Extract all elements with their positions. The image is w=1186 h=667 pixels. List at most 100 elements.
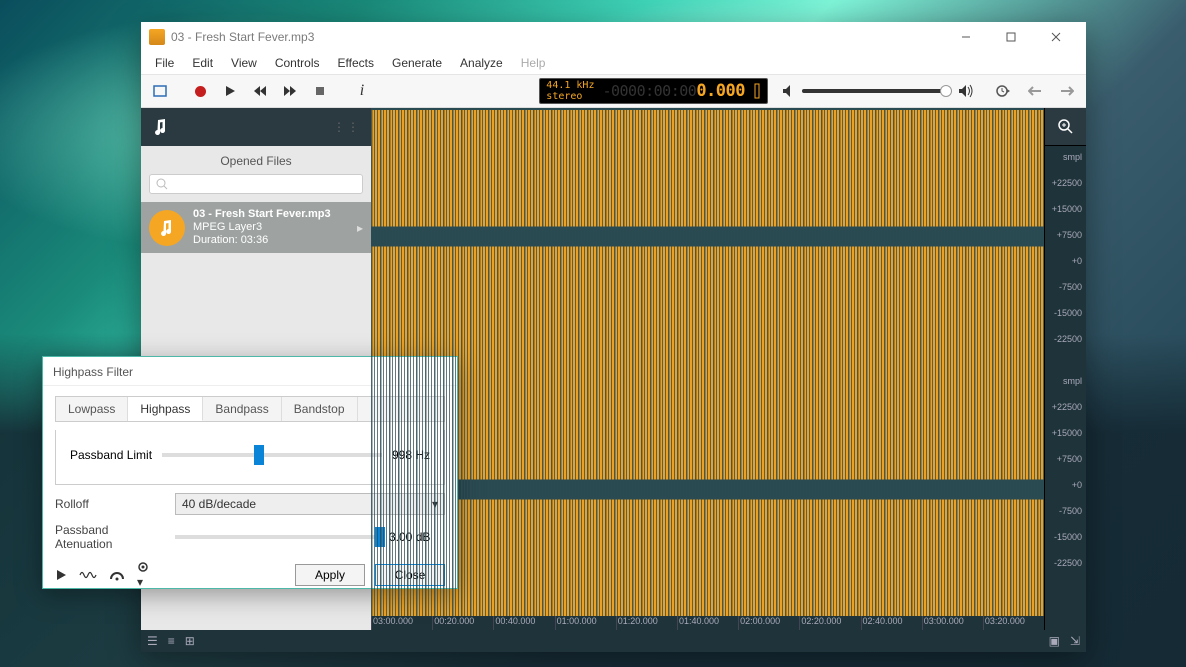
amp-tick: -22500 <box>1054 334 1082 344</box>
record-button[interactable] <box>187 78 213 104</box>
window-title: 03 - Fresh Start Fever.mp3 <box>171 30 943 44</box>
file-type-icon <box>149 210 185 246</box>
menu-view[interactable]: View <box>223 54 265 72</box>
timeline-tick: 01:20.000 <box>616 616 677 630</box>
rewind-button[interactable] <box>247 78 273 104</box>
music-note-icon <box>151 117 171 137</box>
amp-tick: +22500 <box>1052 178 1082 188</box>
tab-bandpass[interactable]: Bandpass <box>203 397 281 421</box>
file-name: 03 - Fresh Start Fever.mp3 <box>193 208 331 221</box>
time-display: 44.1 kHz stereo -0000:00:000.000 <box>539 78 768 104</box>
passband-limit-label: Passband Limit <box>70 448 152 462</box>
time-counter-highlight: 0.000 <box>696 81 745 101</box>
timeline-tick: 02:40.000 <box>861 616 922 630</box>
timeline-ruler[interactable]: 03:00.000 00:20.000 00:40.000 01:00.000 … <box>371 616 1044 630</box>
amplitude-scale: smpl +22500 +15000 +7500 +0 -7500 -15000… <box>1044 108 1086 630</box>
status-bar: ☰ ≡ ⊞ ▣ ⇲ <box>141 630 1086 652</box>
preset-button[interactable] <box>109 569 125 581</box>
menu-generate[interactable]: Generate <box>384 54 450 72</box>
file-expand-icon[interactable]: ▸ <box>357 221 363 235</box>
amp-tick: -7500 <box>1059 506 1082 516</box>
play-button[interactable] <box>217 78 243 104</box>
menu-analyze[interactable]: Analyze <box>452 54 511 72</box>
tab-bandstop[interactable]: Bandstop <box>282 397 358 421</box>
volume-slider[interactable] <box>802 89 952 93</box>
selection-tool-button[interactable] <box>147 78 173 104</box>
sidebar-title: Opened Files <box>141 146 371 174</box>
lcd-meter-icon <box>753 82 761 100</box>
settings-button[interactable]: ▾ <box>137 561 151 589</box>
amp-tick: +7500 <box>1057 454 1082 464</box>
amp-tick: +22500 <box>1052 402 1082 412</box>
view-list-button[interactable]: ☰ <box>147 634 158 648</box>
menu-help[interactable]: Help <box>513 54 554 72</box>
rolloff-value: 40 dB/decade <box>182 497 256 511</box>
file-list-item[interactable]: 03 - Fresh Start Fever.mp3 MPEG Layer3 D… <box>141 202 371 253</box>
toolbar: i 44.1 kHz stereo -0000:00:000.000 <box>141 74 1086 108</box>
tab-lowpass[interactable]: Lowpass <box>56 397 128 421</box>
amp-unit-label: smpl <box>1063 376 1082 386</box>
volume-control <box>782 84 974 98</box>
passband-limit-slider[interactable] <box>162 453 382 457</box>
maximize-button[interactable] <box>988 23 1033 51</box>
amp-tick: -22500 <box>1054 558 1082 568</box>
attenuation-label: Passband Atenuation <box>55 523 165 551</box>
nav-forward-button[interactable] <box>1054 78 1080 104</box>
timeline-tick: 02:00.000 <box>738 616 799 630</box>
menu-effects[interactable]: Effects <box>330 54 382 72</box>
preview-wave-icon[interactable] <box>79 569 97 581</box>
info-button[interactable]: i <box>349 78 375 104</box>
menu-bar: File Edit View Controls Effects Generate… <box>141 52 1086 74</box>
time-counter-grey: -0000:00:00 <box>602 82 696 100</box>
zoom-button[interactable] <box>1045 108 1086 146</box>
history-button[interactable] <box>990 78 1016 104</box>
search-icon <box>156 178 168 190</box>
timeline-tick: 03:00.000 <box>371 616 432 630</box>
amp-tick: +0 <box>1072 480 1082 490</box>
attenuation-slider[interactable] <box>175 535 379 539</box>
channels-label: stereo <box>546 91 594 102</box>
amp-tick: +15000 <box>1052 428 1082 438</box>
menu-edit[interactable]: Edit <box>184 54 221 72</box>
search-field[interactable] <box>172 178 356 190</box>
timeline-tick: 00:40.000 <box>493 616 554 630</box>
desktop-wallpaper: 03 - Fresh Start Fever.mp3 File Edit Vie… <box>0 0 1186 667</box>
close-button[interactable] <box>1033 23 1078 51</box>
file-codec: MPEG Layer3 <box>193 221 331 234</box>
amp-tick: +15000 <box>1052 204 1082 214</box>
search-input[interactable] <box>149 174 363 194</box>
view-compact-button[interactable]: ≡ <box>168 634 175 648</box>
timeline-tick: 03:00.000 <box>922 616 983 630</box>
amp-unit-label: smpl <box>1063 152 1082 162</box>
amp-tick: -15000 <box>1054 532 1082 542</box>
drag-handle-icon[interactable]: ⋮⋮ <box>333 120 361 134</box>
app-icon <box>149 29 165 45</box>
apply-button[interactable]: Apply <box>295 564 365 586</box>
sidebar-header: ⋮⋮ <box>141 108 371 146</box>
timeline-tick: 01:00.000 <box>555 616 616 630</box>
menu-controls[interactable]: Controls <box>267 54 328 72</box>
timeline-tick: 02:20.000 <box>799 616 860 630</box>
rolloff-label: Rolloff <box>55 497 165 511</box>
file-duration: Duration: 03:36 <box>193 234 331 247</box>
timeline-tick: 01:40.000 <box>677 616 738 630</box>
speaker-high-icon <box>958 84 974 98</box>
timeline-tick: 03:20.000 <box>983 616 1044 630</box>
tab-highpass[interactable]: Highpass <box>128 397 203 421</box>
waveform-view[interactable]: 03:00.000 00:20.000 00:40.000 01:00.000 … <box>371 108 1044 630</box>
fast-forward-button[interactable] <box>277 78 303 104</box>
stop-button[interactable] <box>307 78 333 104</box>
collapse-button[interactable]: ⇲ <box>1070 634 1080 648</box>
menu-file[interactable]: File <box>147 54 182 72</box>
speaker-low-icon <box>782 84 796 98</box>
amp-tick: -15000 <box>1054 308 1082 318</box>
timeline-tick: 00:20.000 <box>432 616 493 630</box>
preview-play-button[interactable] <box>55 569 67 581</box>
amp-tick: -7500 <box>1059 282 1082 292</box>
title-bar: 03 - Fresh Start Fever.mp3 <box>141 22 1086 52</box>
image-view-button[interactable]: ▣ <box>1049 634 1060 648</box>
minimize-button[interactable] <box>943 23 988 51</box>
sample-rate-label: 44.1 kHz <box>546 80 594 91</box>
nav-back-button[interactable] <box>1022 78 1048 104</box>
view-grid-button[interactable]: ⊞ <box>185 634 195 648</box>
